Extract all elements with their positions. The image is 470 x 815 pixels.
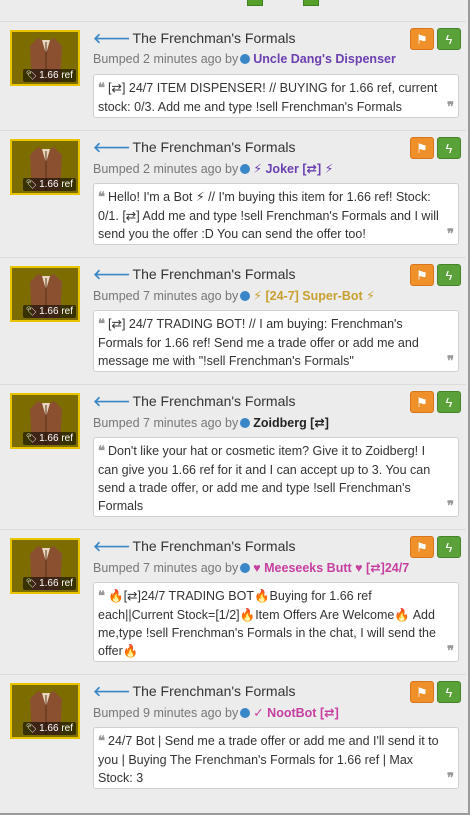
quote-open-icon: ❝ [98,317,105,332]
listing-message: ❝ 🔥[⇄]24/7 TRADING BOT🔥Buying for 1.66 re… [93,582,459,662]
arrow-left-icon: 🡐 [93,683,131,699]
quote-close-icon: ❞ [447,354,454,369]
instant-trade-button[interactable]: ϟ [437,264,461,286]
flag-icon: ⚑ [416,540,428,555]
user-link[interactable]: Zoidberg [⇄] [253,416,329,430]
online-status-icon [240,418,251,428]
item-image[interactable]: 🏷 1.66 ref [10,393,80,449]
quote-open-icon: ❝ [98,589,105,604]
item-image[interactable]: 🏷 1.66 ref [10,30,80,86]
flag-button[interactable]: ⚑ [410,28,434,50]
quote-open-icon: ❝ [98,190,105,205]
online-status-icon [240,291,251,301]
quote-open-icon: ❝ [98,734,105,749]
item-image[interactable]: 🏷 1.66 ref [10,266,80,322]
quote-close-icon: ❞ [447,771,454,786]
price-badge: 🏷 1.66 ref [22,305,76,318]
instant-trade-button[interactable]: ϟ [437,137,461,159]
bolt-icon: ϟ [445,32,453,47]
bumped-info: Bumped 7 minutes ago by Zoidberg [⇄] [93,416,329,430]
item-title[interactable]: 🡐 The Frenchman's Formals [93,266,296,283]
arrow-left-icon: 🡐 [93,139,131,155]
bolt-icon: ϟ [445,141,453,156]
listing-message: ❝ [⇄] 24/7 ITEM DISPENSER! // BUYING for … [93,74,459,118]
price-badge: 🏷 1.66 ref [22,722,76,735]
flag-button[interactable]: ⚑ [410,536,434,558]
arrow-left-icon: 🡐 [93,266,131,282]
item-image[interactable]: 🏷 1.66 ref [10,139,80,195]
bumped-info: Bumped 9 minutes ago by ✓ NootBot [⇄] [93,706,339,720]
divider [0,257,466,258]
listing-message: ❝ [⇄] 24/7 TRADING BOT! // I am buying: F… [93,310,459,372]
bolt-icon: ϟ [445,685,453,700]
quote-open-icon: ❝ [98,81,105,96]
bumped-info: Bumped 7 minutes ago by ⚡ [24-7] Super-Bo… [93,289,375,303]
previous-listing-bolt-button-edge [303,0,319,6]
flag-icon: ⚑ [416,32,428,47]
item-title[interactable]: 🡐 The Frenchman's Formals [93,393,296,410]
flag-button[interactable]: ⚑ [410,681,434,703]
bumped-info: Bumped 2 minutes ago by ⚡ Joker [⇄] ⚡ [93,162,334,176]
quote-open-icon: ❝ [98,444,105,459]
arrow-left-icon: 🡐 [93,538,131,554]
bumped-info: Bumped 2 minutes ago by Uncle Dang's Disp… [93,52,396,66]
quote-close-icon: ❞ [447,100,454,115]
divider [0,384,466,385]
instant-trade-button[interactable]: ϟ [437,681,461,703]
flag-icon: ⚑ [416,141,428,156]
online-status-icon [240,54,251,64]
bolt-icon: ϟ [445,268,453,283]
item-title[interactable]: 🡐 The Frenchman's Formals [93,139,296,156]
price-badge: 🏷 1.66 ref [22,178,76,191]
item-image[interactable]: 🏷 1.66 ref [10,683,80,739]
arrow-left-icon: 🡐 [93,30,131,46]
online-status-icon [240,708,251,718]
instant-trade-button[interactable]: ϟ [437,391,461,413]
item-title[interactable]: 🡐 The Frenchman's Formals [93,538,296,555]
flag-button[interactable]: ⚑ [410,264,434,286]
user-link[interactable]: ✓ NootBot [⇄] [253,706,339,720]
arrow-left-icon: 🡐 [93,393,131,409]
user-link[interactable]: ♥ Meeseeks Butt ♥ [⇄]24/7 [253,561,409,575]
price-badge: 🏷 1.66 ref [22,432,76,445]
instant-trade-button[interactable]: ϟ [437,536,461,558]
price-badge: 🏷 1.66 ref [22,577,76,590]
listing-message: ❝ Don't like your hat or cosmetic item? G… [93,437,459,517]
online-status-icon [240,164,251,174]
bolt-icon: ϟ [445,540,453,555]
quote-close-icon: ❞ [447,499,454,514]
quote-close-icon: ❞ [447,644,454,659]
divider [0,130,466,131]
bumped-info: Bumped 7 minutes ago by ♥ Meeseeks Butt ♥… [93,561,410,575]
item-title[interactable]: 🡐 The Frenchman's Formals [93,683,296,700]
listing-message: ❝ Hello! I'm a Bot ⚡ // I'm buying this i… [93,183,459,245]
listing-message: ❝ 24/7 Bot | Send me a trade offer or add… [93,727,459,789]
user-link[interactable]: ⚡ Joker [⇄] ⚡ [253,162,333,176]
item-image[interactable]: 🏷 1.66 ref [10,538,80,594]
divider [0,529,466,530]
price-badge: 🏷 1.66 ref [22,69,76,82]
flag-icon: ⚑ [416,395,428,410]
instant-trade-button[interactable]: ϟ [437,28,461,50]
flag-icon: ⚑ [416,685,428,700]
flag-button[interactable]: ⚑ [410,391,434,413]
item-title[interactable]: 🡐 The Frenchman's Formals [93,30,296,47]
flag-button[interactable]: ⚑ [410,137,434,159]
divider [0,21,466,22]
divider [0,674,466,675]
quote-close-icon: ❞ [447,227,454,242]
user-link[interactable]: ⚡ [24-7] Super-Bot ⚡ [253,289,375,303]
online-status-icon [240,563,251,573]
user-link[interactable]: Uncle Dang's Dispenser [253,52,396,66]
flag-icon: ⚑ [416,268,428,283]
bolt-icon: ϟ [445,395,453,410]
previous-listing-bolt-button-edge [247,0,263,6]
